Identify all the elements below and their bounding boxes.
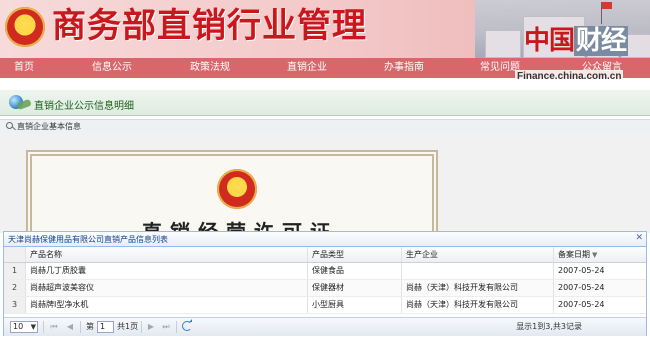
column-header-product-name[interactable]: 产品名称 xyxy=(26,247,308,262)
pagination-toolbar: 10 ▼ ⏮ ◀ 第 1 共1页 ▶ ⏭ 显示1到3,共3记录 xyxy=(4,317,646,336)
panel-title: 直销企业基本信息 xyxy=(17,122,81,131)
nav-item-faq[interactable]: 常见问题 xyxy=(480,58,520,78)
page-title-bar: 直销企业公示信息明细 xyxy=(0,90,650,116)
prev-page-icon[interactable]: ◀ xyxy=(65,322,75,332)
national-emblem-icon xyxy=(5,7,45,47)
panel-header: 直销企业基本信息 xyxy=(0,119,650,134)
column-header-filing-date[interactable]: 备案日期 ▼ xyxy=(554,247,646,262)
nav-item-public-info[interactable]: 信息公示 xyxy=(92,58,132,78)
page-title: 直销企业公示信息明细 xyxy=(34,101,134,112)
toolbar-separator xyxy=(80,321,81,333)
table-row[interactable]: 1 尚赫几丁质胶囊 保健食品 2007-05-24 xyxy=(4,263,646,280)
column-header-product-type[interactable]: 产品类型 xyxy=(308,247,402,262)
nav-item-direct-selling-companies[interactable]: 直销企业 xyxy=(287,58,327,78)
current-page-input[interactable]: 1 xyxy=(97,321,114,333)
brand-url-watermark: Finance.china.com.cn xyxy=(515,70,624,83)
grid-titlebar: 天津尚赫保健用品有限公司直销产品信息列表 ✕ xyxy=(4,232,646,247)
product-list-window: 天津尚赫保健用品有限公司直销产品信息列表 ✕ 产品名称 产品类型 生产企业 备案… xyxy=(3,231,647,336)
chevron-down-icon: ▼ xyxy=(30,323,36,331)
sort-desc-icon: ▼ xyxy=(592,251,598,259)
toolbar-separator xyxy=(43,321,44,333)
globe-icon xyxy=(9,95,23,109)
china-finance-logo[interactable]: 中国财经 xyxy=(524,26,629,56)
page-prefix-label: 第 xyxy=(86,322,94,331)
close-icon[interactable]: ✕ xyxy=(635,233,643,244)
page-size-select[interactable]: 10 ▼ xyxy=(10,321,38,333)
total-pages-label: 共1页 xyxy=(117,322,139,331)
table-row[interactable]: 3 尚赫牌Ⅰ型净水机 小型厨具 尚赫（天津）科技开发有限公司 2007-05-2… xyxy=(4,297,646,314)
table-row[interactable]: 2 尚赫超声波美容仪 保健器材 尚赫（天津）科技开发有限公司 2007-05-2… xyxy=(4,280,646,297)
last-page-icon[interactable]: ⏭ xyxy=(161,322,171,332)
first-page-icon[interactable]: ⏮ xyxy=(49,322,59,332)
column-header-manufacturer[interactable]: 生产企业 xyxy=(402,247,554,262)
table-header: 产品名称 产品类型 生产企业 备案日期 ▼ xyxy=(4,247,646,263)
search-icon xyxy=(6,122,13,129)
pager-info: 显示1到3,共3记录 xyxy=(516,322,582,331)
refresh-icon[interactable] xyxy=(182,321,192,331)
nav-item-policies[interactable]: 政策法规 xyxy=(190,58,230,78)
toolbar-separator xyxy=(176,321,177,333)
rownum-header xyxy=(4,247,26,262)
licence-image-area: 直销经营许可证 xyxy=(0,133,650,245)
nav-item-guide[interactable]: 办事指南 xyxy=(384,58,424,78)
flag-icon xyxy=(602,2,612,9)
grid-title: 天津尚赫保健用品有限公司直销产品信息列表 xyxy=(8,235,168,244)
nav-item-home[interactable]: 首页 xyxy=(14,58,34,78)
toolbar-separator xyxy=(141,321,142,333)
site-title: 商务部直销行业管理 xyxy=(52,6,367,46)
next-page-icon[interactable]: ▶ xyxy=(146,322,156,332)
national-emblem-icon xyxy=(217,169,257,209)
site-header: 商务部直销行业管理 中国财经 xyxy=(0,0,650,58)
